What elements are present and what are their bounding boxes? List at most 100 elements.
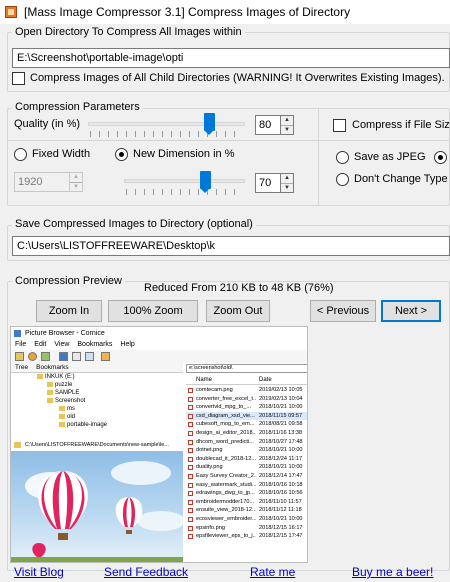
- dimension-slider-track[interactable]: [124, 179, 245, 183]
- tree-item: SAMPLE: [11, 389, 183, 397]
- slideshow-icon: [85, 352, 94, 361]
- file-date: 2018/11/10 11:57: [259, 498, 302, 505]
- file-date: 2018/11/16 13:38: [259, 429, 303, 436]
- preview-path-field: e:\screenshot\old\: [186, 364, 307, 373]
- image-file-icon: [188, 388, 193, 393]
- preview-menu-item: Bookmarks: [77, 341, 113, 348]
- image-file-icon: [188, 534, 193, 540]
- file-name: comtecam.png: [196, 387, 233, 393]
- quality-slider-thumb[interactable]: [204, 113, 215, 135]
- file-row: Easy Survey Creator_2... 2018/12/14 17:47: [186, 472, 307, 481]
- new-dimension-radio[interactable]: [115, 148, 128, 161]
- zoom-in-button[interactable]: Zoom In: [36, 300, 102, 322]
- image-file-icon: [188, 439, 193, 445]
- next-button[interactable]: Next >: [381, 300, 441, 322]
- dont-change-type-radio[interactable]: [336, 173, 349, 186]
- file-name: doublecad_it_2018-12...: [196, 455, 256, 462]
- fixed-width-radio[interactable]: [14, 148, 27, 161]
- preview-inner-path: C:\Users\LISTOFFREEWARE\Documents\new-sa…: [11, 439, 183, 451]
- file-name: dotnet.png: [196, 447, 223, 454]
- output-type-divider: [319, 140, 450, 141]
- file-name: duality.png: [196, 464, 223, 471]
- image-file-icon: [188, 482, 193, 488]
- save-as-other-radio[interactable]: [434, 151, 447, 164]
- preview-folder-tree: INKUK (E:) puzzle SAMPLE Screenshot ms o…: [11, 373, 183, 437]
- preview-menu-item: View: [54, 341, 70, 348]
- image-file-icon: [188, 525, 193, 531]
- file-name: embroidermodder170...: [196, 498, 255, 505]
- file-row: ecosviewer_embroider... 2018/10/21 10:00: [186, 515, 307, 524]
- balloon-illustration: [11, 461, 183, 562]
- file-row: epsinfo.png 2018/12/15 16:17: [186, 524, 307, 533]
- file-date: 2018/10/21 10:00: [259, 464, 303, 471]
- app-icon: [5, 6, 17, 18]
- image-file-icon: [188, 516, 193, 522]
- open-directory-legend: Open Directory To Compress All Images wi…: [12, 26, 245, 38]
- dimension-value-input[interactable]: 70: [255, 173, 281, 193]
- quality-slider-ticks: [90, 131, 242, 137]
- image-preview[interactable]: Picture Browser - Cornice File Edit View Bo…: [10, 326, 308, 563]
- file-date: 2018/10/21 10:00: [259, 447, 303, 454]
- quality-value-input[interactable]: 80: [255, 115, 281, 135]
- preview-tab: Tree: [15, 364, 29, 371]
- quality-slider-track[interactable]: [88, 122, 245, 126]
- refresh-icon: [28, 352, 37, 361]
- preview-toolbar: [11, 350, 307, 363]
- file-name: Easy Survey Creator_2...: [196, 472, 256, 479]
- child-directories-checkbox[interactable]: [12, 72, 25, 85]
- file-name: ecosviewer_embroider...: [196, 515, 256, 522]
- image-file-icon: [188, 422, 193, 428]
- file-date: 2018/12/14 17:47: [259, 472, 303, 479]
- compress-if-size-label: Compress if File Size G: [352, 119, 450, 131]
- zoom-out-button[interactable]: Zoom Out: [206, 300, 270, 322]
- tree-item: puzzle: [11, 381, 183, 389]
- dimension-slider-thumb[interactable]: [200, 171, 211, 193]
- file-date: 2018/10/16 10:18: [259, 481, 303, 488]
- file-name: epsfileviewer_eps_to_j...: [196, 533, 256, 540]
- file-name: csd_diagram_xsd_vie...: [196, 412, 255, 419]
- image-file-icon: [188, 465, 193, 471]
- save-directory-path-input[interactable]: C:\Users\LISTOFFREEWARE\Desktop\k: [12, 236, 450, 256]
- image-file-icon: [188, 405, 193, 411]
- star-icon: [41, 352, 50, 361]
- file-name: cubesoft_mog_to_em...: [196, 421, 255, 428]
- file-name: easy_watermark_studi...: [196, 481, 256, 488]
- file-row: edrawings_dwg_to_jp... 2018/10/16 10:56: [186, 489, 307, 498]
- spin-up-icon: ▲: [73, 174, 79, 180]
- buy-beer-link[interactable]: Buy me a beer!: [352, 565, 433, 579]
- spin-up-icon[interactable]: ▲: [281, 174, 293, 183]
- visit-blog-link[interactable]: Visit Blog: [14, 565, 64, 579]
- window-title: [Mass Image Compressor 3.1] Compress Ima…: [24, 5, 351, 19]
- previous-button[interactable]: < Previous: [310, 300, 376, 322]
- open-directory-path-input[interactable]: E:\Screenshot\portable-image\opti: [12, 48, 450, 68]
- title-bar[interactable]: [Mass Image Compressor 3.1] Compress Ima…: [0, 0, 450, 24]
- preview-list-header: Name Date: [186, 376, 307, 385]
- fixed-width-spinner: ▲ ▼: [70, 172, 83, 192]
- zoom-100-button[interactable]: 100% Zoom: [108, 300, 198, 322]
- compress-if-size-checkbox[interactable]: [333, 119, 346, 132]
- file-name: convertvid_mpg_to_...: [196, 404, 252, 411]
- tree-item: ms: [11, 405, 183, 413]
- send-feedback-link[interactable]: Send Feedback: [104, 565, 188, 579]
- save-as-jpeg-radio[interactable]: [336, 151, 349, 164]
- spin-down-icon[interactable]: ▼: [281, 183, 293, 192]
- file-row: ensuite_view_2018-12... 2018/11/12 11:18: [186, 506, 307, 515]
- rate-me-link[interactable]: Rate me: [250, 565, 295, 579]
- spin-up-icon[interactable]: ▲: [281, 116, 293, 125]
- file-date: 2018/10/21 10:00: [259, 404, 303, 411]
- file-row: design_ai_editor_2018... 2018/11/16 13:38: [186, 429, 307, 438]
- dimension-spinner[interactable]: ▲ ▼: [281, 173, 294, 193]
- image-file-icon: [188, 456, 193, 462]
- spin-down-icon[interactable]: ▼: [281, 125, 293, 134]
- file-name: design_ai_editor_2018...: [196, 429, 256, 436]
- file-name: dhcom_word_predicti...: [196, 438, 254, 445]
- fixed-width-input: 1920: [14, 172, 70, 192]
- quality-label: Quality (in %): [14, 118, 81, 130]
- preview-window-title: Picture Browser - Cornice: [11, 327, 307, 340]
- file-date: 2019/02/13 10:04: [259, 395, 303, 402]
- spin-down-icon: ▼: [70, 182, 82, 191]
- quality-spinner[interactable]: ▲ ▼: [281, 115, 294, 135]
- image-file-icon: [188, 473, 193, 479]
- image-file-icon: [188, 499, 193, 505]
- file-date: 2018/12/15 16:17: [259, 524, 303, 531]
